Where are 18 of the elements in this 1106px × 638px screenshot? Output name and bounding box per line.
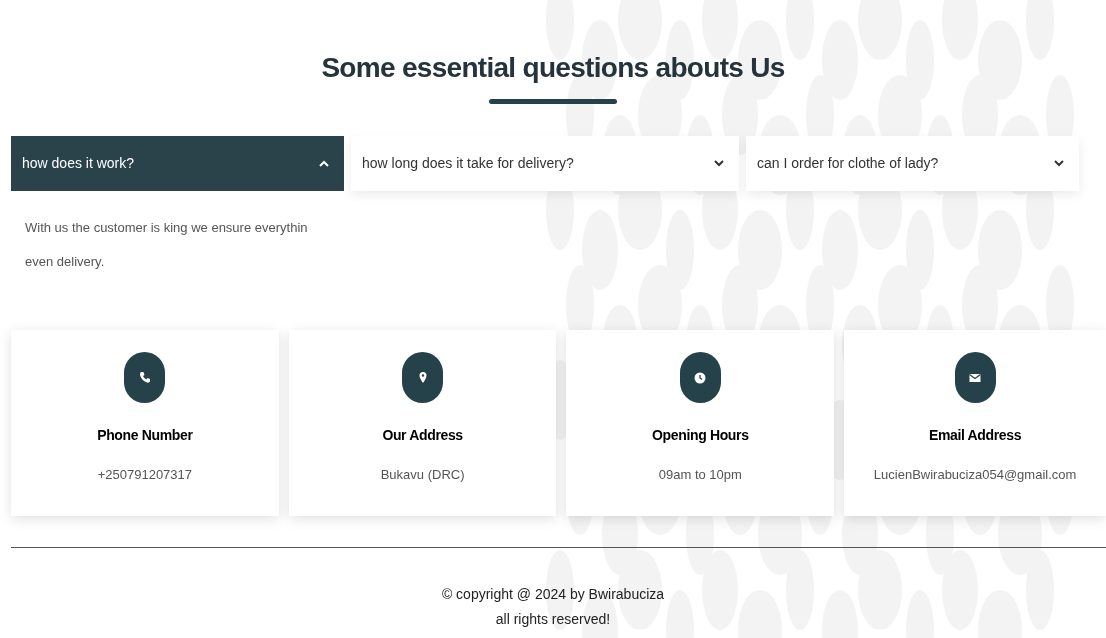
card-title: Email Address [929,426,1022,445]
chevron-icon [319,160,329,167]
rights-text: all rights reserved! [495,610,611,629]
card-title: Opening Hours [652,426,749,445]
faq-question[interactable]: how does it work? [11,136,344,191]
card-value: Bukavu (DRC) [380,466,465,484]
card-value: LucienBwirabuciza054@gmail.com [873,466,1077,484]
faq-question[interactable]: can I order for clothe of lady? [746,136,1079,191]
chevron-icon [1054,160,1064,167]
section-heading: Some essential questions abouts Us [321,51,785,85]
card-title: Phone Number [97,426,193,445]
faq-answer: With us the customer is king we ensure everythin even delivery. [24,219,309,271]
faq-question[interactable]: how long does it take for delivery? [351,136,739,191]
card-value: +250791207317 [97,466,193,484]
chevron-icon [714,160,724,167]
card-value: 09am to 10pm [658,466,742,484]
card-title: Our Address [382,426,463,445]
copyright-text: © copyright @ 2024 by Bwirabuciza [441,585,665,604]
